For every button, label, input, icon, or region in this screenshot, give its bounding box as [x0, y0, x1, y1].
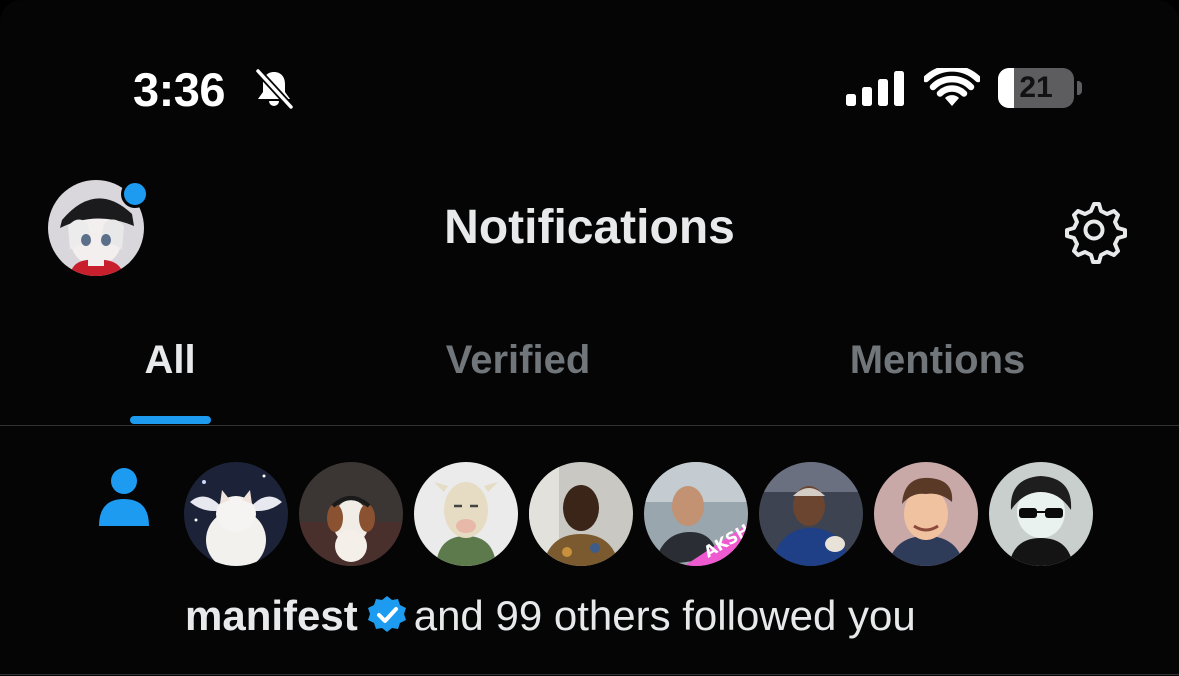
follower-avatar[interactable]: [874, 462, 978, 566]
cellular-signal-icon: [846, 71, 904, 106]
follower-avatar[interactable]: [529, 462, 633, 566]
battery-icon: 21: [998, 68, 1084, 108]
wifi-icon: [924, 68, 980, 106]
tabs-divider: [0, 425, 1179, 426]
notifications-screen: 3:36 21 Notifications All Verified Menti…: [0, 0, 1179, 676]
follower-avatar[interactable]: [299, 462, 403, 566]
active-tab-indicator: [130, 416, 211, 424]
avatar-image: [529, 462, 633, 566]
avatar-image: [414, 462, 518, 566]
avatar-image: [874, 462, 978, 566]
battery-body: 21: [998, 68, 1074, 108]
notification-actor-name[interactable]: manifest: [185, 592, 358, 639]
notification-text: manifest and 99 others followed you: [185, 588, 916, 644]
tab-all[interactable]: All: [0, 334, 340, 386]
follower-avatar[interactable]: [989, 462, 1093, 566]
battery-level: 21: [1019, 71, 1053, 104]
avatar-image: [184, 462, 288, 566]
tab-verified[interactable]: Verified: [340, 334, 696, 386]
tab-mentions[interactable]: Mentions: [696, 334, 1179, 386]
person-follow-icon: [99, 468, 149, 526]
avatar-image: [759, 462, 863, 566]
bell-slash-icon: [255, 68, 294, 110]
follower-avatar[interactable]: [184, 462, 288, 566]
gear-icon[interactable]: [1060, 196, 1128, 264]
avatar-image: AKSH: [644, 462, 748, 566]
status-time: 3:36: [133, 63, 226, 116]
list-divider: [0, 674, 1179, 675]
notification-message: and 99 others followed you: [413, 592, 916, 639]
follower-avatar[interactable]: [759, 462, 863, 566]
battery-nub: [1077, 81, 1082, 95]
page-title: Notifications: [444, 201, 735, 254]
verified-badge-icon: [367, 596, 406, 632]
follower-avatar[interactable]: AKSH: [644, 462, 748, 566]
avatar-image: [989, 462, 1093, 566]
follower-avatar[interactable]: [414, 462, 518, 566]
avatar-image: [299, 462, 403, 566]
